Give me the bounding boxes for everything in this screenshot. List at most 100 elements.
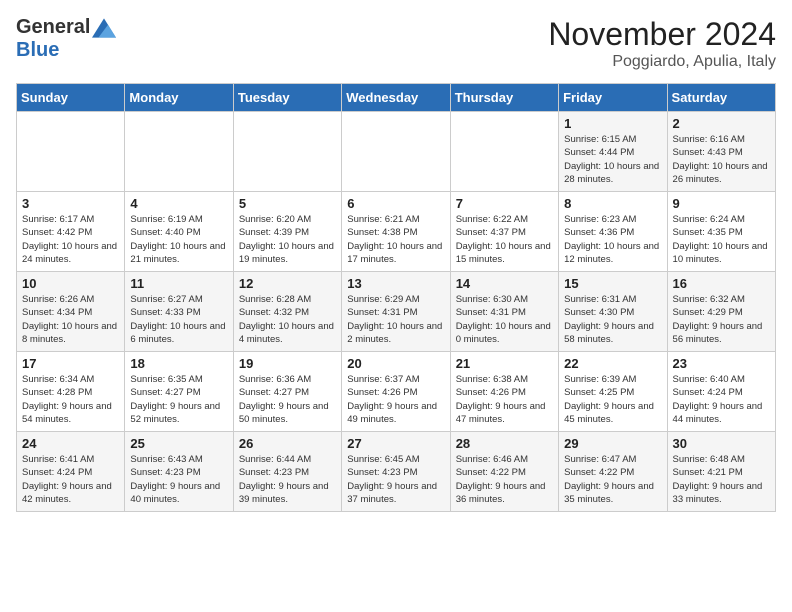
calendar-cell: 16Sunrise: 6:32 AMSunset: 4:29 PMDayligh… (667, 272, 775, 352)
header-monday: Monday (125, 84, 233, 112)
calendar-cell (342, 112, 450, 192)
day-number: 5 (239, 196, 336, 211)
day-number: 4 (130, 196, 227, 211)
calendar-cell: 10 Sunrise: 6:26 AMSunset: 4:34 PMDayligh… (17, 272, 125, 352)
day-number: 24 (22, 436, 119, 451)
header-wednesday: Wednesday (342, 84, 450, 112)
calendar-cell (450, 112, 558, 192)
calendar-header: Sunday Monday Tuesday Wednesday Thursday… (17, 84, 776, 112)
day-number: 23 (673, 356, 770, 371)
month-title: November 2024 Poggiardo, Apulia, Italy (548, 16, 776, 71)
calendar-cell: 22 Sunrise: 6:39 AMSunset: 4:25 PMDayligh… (559, 352, 667, 432)
day-info: Sunrise: 6:40 AMSunset: 4:24 PMDaylight:… (673, 373, 770, 426)
day-info: Sunrise: 6:26 AMSunset: 4:34 PMDaylight:… (22, 293, 119, 346)
day-info: Sunrise: 6:29 AMSunset: 4:31 PMDaylight:… (347, 293, 444, 346)
calendar-cell: 27Sunrise: 6:45 AMSunset: 4:23 PMDayligh… (342, 432, 450, 512)
day-info: Sunrise: 6:45 AMSunset: 4:23 PMDaylight:… (347, 453, 444, 506)
day-info: Sunrise: 6:16 AMSunset: 4:43 PMDaylight:… (673, 133, 770, 186)
calendar-cell: 8 Sunrise: 6:23 AMSunset: 4:36 PMDaylight… (559, 192, 667, 272)
calendar-week-2: 3 Sunrise: 6:17 AMSunset: 4:42 PMDaylight… (17, 192, 776, 272)
calendar-week-1: 1Sunrise: 6:15 AMSunset: 4:44 PMDaylight… (17, 112, 776, 192)
header-tuesday: Tuesday (233, 84, 341, 112)
day-info: Sunrise: 6:15 AMSunset: 4:44 PMDaylight:… (564, 133, 661, 186)
day-number: 3 (22, 196, 119, 211)
day-number: 6 (347, 196, 444, 211)
day-info: Sunrise: 6:19 AMSunset: 4:40 PMDaylight:… (130, 213, 227, 266)
day-number: 9 (673, 196, 770, 211)
day-number: 11 (130, 276, 227, 291)
day-number: 26 (239, 436, 336, 451)
calendar-week-5: 24Sunrise: 6:41 AMSunset: 4:24 PMDayligh… (17, 432, 776, 512)
day-info: Sunrise: 6:36 AMSunset: 4:27 PMDaylight:… (239, 373, 336, 426)
calendar-cell (233, 112, 341, 192)
day-number: 20 (347, 356, 444, 371)
day-info: Sunrise: 6:47 AMSunset: 4:22 PMDaylight:… (564, 453, 661, 506)
logo: General Blue (16, 16, 116, 62)
day-number: 8 (564, 196, 661, 211)
calendar-cell: 20 Sunrise: 6:37 AMSunset: 4:26 PMDayligh… (342, 352, 450, 432)
calendar-cell: 15Sunrise: 6:31 AMSunset: 4:30 PMDayligh… (559, 272, 667, 352)
calendar-cell (17, 112, 125, 192)
calendar-cell: 14 Sunrise: 6:30 AMSunset: 4:31 PMDayligh… (450, 272, 558, 352)
day-number: 2 (673, 116, 770, 131)
logo-icon (92, 18, 116, 38)
calendar-cell: 18Sunrise: 6:35 AMSunset: 4:27 PMDayligh… (125, 352, 233, 432)
day-number: 13 (347, 276, 444, 291)
calendar-cell: 2 Sunrise: 6:16 AMSunset: 4:43 PMDaylight… (667, 112, 775, 192)
location: Poggiardo, Apulia, Italy (548, 53, 776, 71)
calendar-cell: 30 Sunrise: 6:48 AMSunset: 4:21 PMDayligh… (667, 432, 775, 512)
calendar-body: 1Sunrise: 6:15 AMSunset: 4:44 PMDaylight… (17, 112, 776, 512)
day-number: 17 (22, 356, 119, 371)
calendar-cell: 9 Sunrise: 6:24 AMSunset: 4:35 PMDaylight… (667, 192, 775, 272)
day-number: 29 (564, 436, 661, 451)
day-info: Sunrise: 6:28 AMSunset: 4:32 PMDaylight:… (239, 293, 336, 346)
calendar-cell: 5 Sunrise: 6:20 AMSunset: 4:39 PMDaylight… (233, 192, 341, 272)
calendar-cell: 19Sunrise: 6:36 AMSunset: 4:27 PMDayligh… (233, 352, 341, 432)
day-number: 14 (456, 276, 553, 291)
day-number: 25 (130, 436, 227, 451)
calendar-cell: 25 Sunrise: 6:43 AMSunset: 4:23 PMDayligh… (125, 432, 233, 512)
day-info: Sunrise: 6:37 AMSunset: 4:26 PMDaylight:… (347, 373, 444, 426)
calendar-cell: 17Sunrise: 6:34 AMSunset: 4:28 PMDayligh… (17, 352, 125, 432)
day-number: 30 (673, 436, 770, 451)
month-year: November 2024 (548, 16, 776, 53)
calendar-cell: 6 Sunrise: 6:21 AMSunset: 4:38 PMDaylight… (342, 192, 450, 272)
day-number: 12 (239, 276, 336, 291)
day-info: Sunrise: 6:27 AMSunset: 4:33 PMDaylight:… (130, 293, 227, 346)
day-info: Sunrise: 6:23 AMSunset: 4:36 PMDaylight:… (564, 213, 661, 266)
calendar-cell: 29 Sunrise: 6:47 AMSunset: 4:22 PMDayligh… (559, 432, 667, 512)
calendar-week-4: 17Sunrise: 6:34 AMSunset: 4:28 PMDayligh… (17, 352, 776, 432)
day-info: Sunrise: 6:32 AMSunset: 4:29 PMDaylight:… (673, 293, 770, 346)
day-info: Sunrise: 6:21 AMSunset: 4:38 PMDaylight:… (347, 213, 444, 266)
calendar-cell: 21 Sunrise: 6:38 AMSunset: 4:26 PMDayligh… (450, 352, 558, 432)
calendar-cell: 24Sunrise: 6:41 AMSunset: 4:24 PMDayligh… (17, 432, 125, 512)
day-info: Sunrise: 6:39 AMSunset: 4:25 PMDaylight:… (564, 373, 661, 426)
day-number: 22 (564, 356, 661, 371)
day-number: 28 (456, 436, 553, 451)
day-info: Sunrise: 6:30 AMSunset: 4:31 PMDaylight:… (456, 293, 553, 346)
page-header: General Blue November 2024 Poggiardo, Ap… (16, 16, 776, 71)
calendar-cell: 12 Sunrise: 6:28 AMSunset: 4:32 PMDayligh… (233, 272, 341, 352)
day-info: Sunrise: 6:44 AMSunset: 4:23 PMDaylight:… (239, 453, 336, 506)
day-number: 21 (456, 356, 553, 371)
calendar-cell: 13 Sunrise: 6:29 AMSunset: 4:31 PMDayligh… (342, 272, 450, 352)
calendar-cell: 1Sunrise: 6:15 AMSunset: 4:44 PMDaylight… (559, 112, 667, 192)
day-number: 15 (564, 276, 661, 291)
logo-blue-text: Blue (16, 39, 59, 61)
day-info: Sunrise: 6:17 AMSunset: 4:42 PMDaylight:… (22, 213, 119, 266)
day-number: 7 (456, 196, 553, 211)
day-number: 10 (22, 276, 119, 291)
day-info: Sunrise: 6:20 AMSunset: 4:39 PMDaylight:… (239, 213, 336, 266)
day-info: Sunrise: 6:38 AMSunset: 4:26 PMDaylight:… (456, 373, 553, 426)
day-info: Sunrise: 6:24 AMSunset: 4:35 PMDaylight:… (673, 213, 770, 266)
day-info: Sunrise: 6:48 AMSunset: 4:21 PMDaylight:… (673, 453, 770, 506)
day-info: Sunrise: 6:43 AMSunset: 4:23 PMDaylight:… (130, 453, 227, 506)
logo-general-text: General (16, 16, 90, 39)
calendar-cell: 4 Sunrise: 6:19 AMSunset: 4:40 PMDaylight… (125, 192, 233, 272)
day-number: 18 (130, 356, 227, 371)
day-info: Sunrise: 6:22 AMSunset: 4:37 PMDaylight:… (456, 213, 553, 266)
header-thursday: Thursday (450, 84, 558, 112)
calendar-cell (125, 112, 233, 192)
calendar-cell: 28Sunrise: 6:46 AMSunset: 4:22 PMDayligh… (450, 432, 558, 512)
calendar-cell: 26 Sunrise: 6:44 AMSunset: 4:23 PMDayligh… (233, 432, 341, 512)
